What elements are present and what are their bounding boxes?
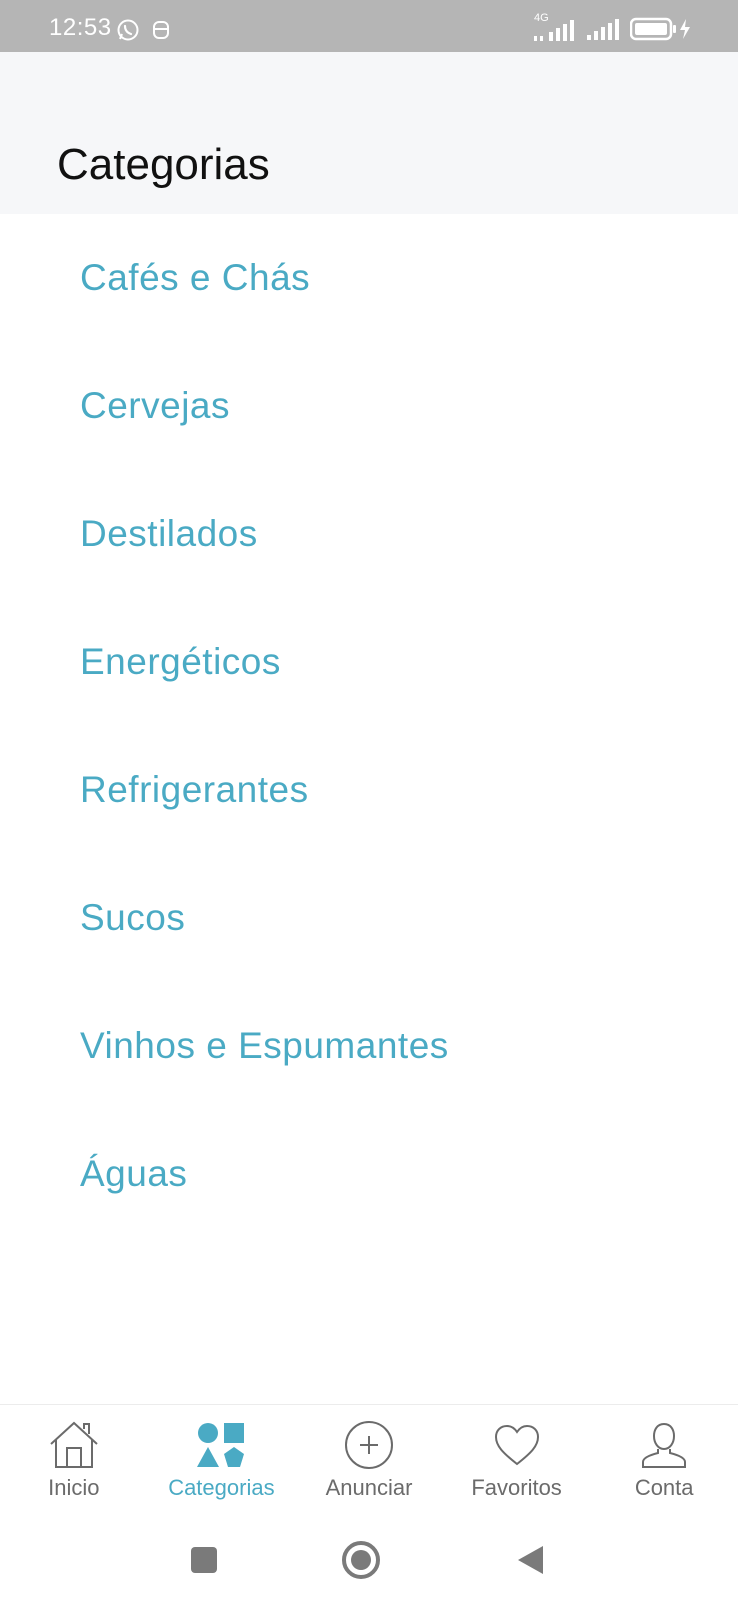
shapes-icon — [193, 1419, 249, 1471]
nav-label-favoritos: Favoritos — [471, 1475, 562, 1500]
app-header: Categorias — [0, 52, 738, 214]
category-item-cafes-e-chas[interactable]: Cafés e Chás — [0, 214, 738, 342]
back-triangle-icon — [518, 1546, 543, 1574]
category-list: Cafés e Chás Cervejas Destilados Energét… — [0, 214, 738, 1238]
recents-button[interactable] — [180, 1536, 228, 1584]
battery-charging-icon — [630, 17, 690, 41]
category-item-sucos[interactable]: Sucos — [0, 854, 738, 982]
home-icon — [46, 1419, 102, 1471]
whatsapp-icon — [117, 19, 139, 41]
user-icon — [636, 1419, 692, 1471]
circle-home-icon — [342, 1541, 380, 1579]
nav-label-categorias: Categorias — [168, 1475, 275, 1500]
category-item-refrigerantes[interactable]: Refrigerantes — [0, 726, 738, 854]
plus-circle-icon — [341, 1419, 397, 1471]
heart-icon — [489, 1419, 545, 1471]
back-button[interactable] — [506, 1536, 554, 1584]
status-bar: 12:53 4G — [0, 0, 738, 52]
robot-notification-icon — [153, 21, 169, 39]
home-button[interactable] — [337, 1536, 385, 1584]
nav-item-anunciar[interactable]: Anunciar — [295, 1405, 443, 1520]
nav-label-inicio: Inicio — [48, 1475, 100, 1500]
category-item-energeticos[interactable]: Energéticos — [0, 598, 738, 726]
system-nav-bar — [0, 1520, 738, 1600]
status-right-icons: 4G — [532, 12, 692, 42]
signal-icon — [587, 19, 619, 40]
status-notification-icons — [116, 18, 170, 42]
category-item-cervejas[interactable]: Cervejas — [0, 342, 738, 470]
nav-label-conta: Conta — [634, 1475, 694, 1500]
signal-4g-icon: 4G — [532, 12, 576, 42]
nav-item-favoritos[interactable]: Favoritos — [443, 1405, 591, 1520]
category-item-destilados[interactable]: Destilados — [0, 470, 738, 598]
square-icon — [191, 1547, 217, 1573]
nav-item-categorias[interactable]: Categorias — [148, 1405, 296, 1520]
nav-label-anunciar: Anunciar — [325, 1475, 413, 1500]
bottom-nav: Inicio Categorias Anunciar Favoritos Con… — [0, 1404, 738, 1520]
status-time: 12:53 — [49, 14, 112, 41]
category-item-vinhos-e-espumantes[interactable]: Vinhos e Espumantes — [0, 982, 738, 1110]
page-title: Categorias — [57, 140, 270, 189]
nav-item-conta[interactable]: Conta — [590, 1405, 738, 1520]
category-item-aguas[interactable]: Águas — [0, 1110, 738, 1238]
nav-item-inicio[interactable]: Inicio — [0, 1405, 148, 1520]
